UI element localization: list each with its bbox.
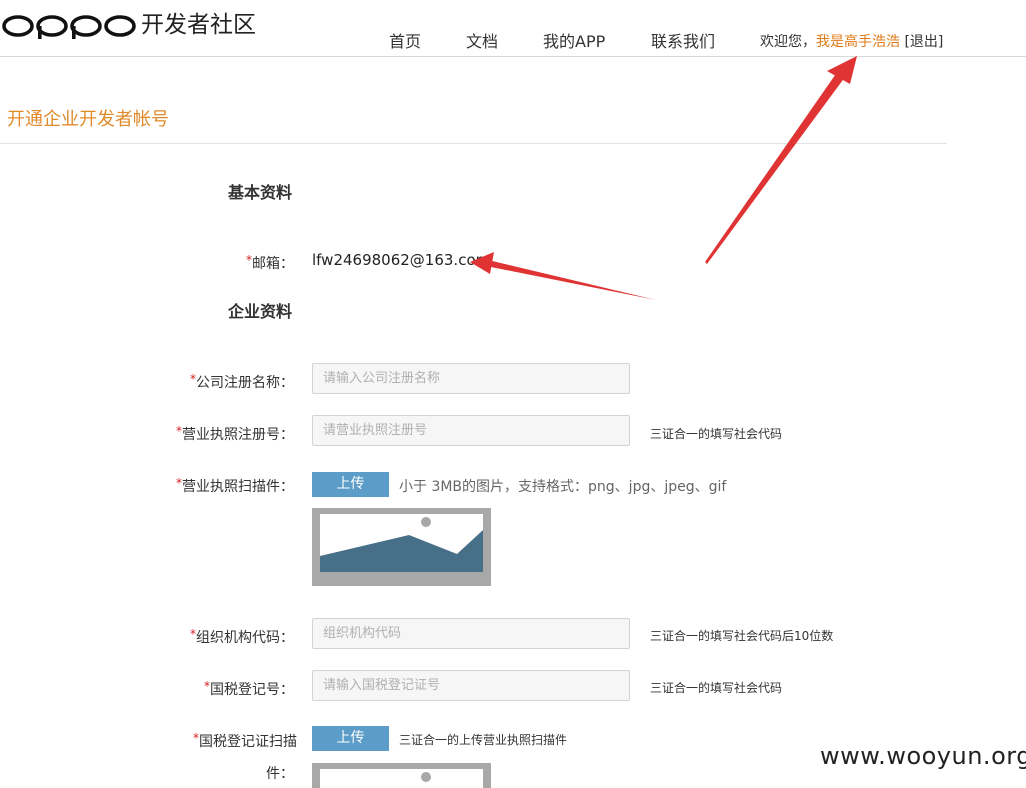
nav-docs[interactable]: 文档 xyxy=(466,28,498,52)
license-number-input[interactable] xyxy=(312,415,630,446)
arrow-head-username xyxy=(827,56,857,84)
license-upload-hint: 小于 3MB的图片，支持格式：png、jpg、jpeg、gif xyxy=(399,479,727,495)
nav-contact[interactable]: 联系我们 xyxy=(651,28,715,52)
arrow-to-email xyxy=(486,260,656,300)
tax-scan-label-cont: 件： xyxy=(266,766,294,782)
basic-info-heading: 基本资料 xyxy=(228,183,293,202)
user-welcome: 欢迎您，我是高手浩浩 [退出] xyxy=(760,31,943,51)
image-placeholder-icon xyxy=(312,763,491,788)
welcome-text: 欢迎您， xyxy=(760,34,816,50)
site-name: 开发者社区 xyxy=(141,12,256,38)
tax-upload-button[interactable]: 上传 xyxy=(312,726,389,751)
license-hint: 三证合一的填写社会代码 xyxy=(650,427,783,441)
page-title: 开通企业开发者帐号 xyxy=(7,109,169,130)
org-code-input[interactable] xyxy=(312,618,630,649)
org-code-hint: 三证合一的填写社会代码后10位数 xyxy=(650,629,834,643)
image-placeholder-icon xyxy=(312,508,491,586)
tax-scan-label: *国税登记证扫描 xyxy=(193,731,297,750)
tax-image-preview xyxy=(312,763,491,788)
company-name-label: *公司注册名称： xyxy=(190,372,294,391)
tax-number-input[interactable] xyxy=(312,670,630,701)
watermark-text: www.wooyun.org xyxy=(820,742,1026,770)
site-logo[interactable]: 开发者社区 xyxy=(2,8,256,42)
org-code-label: *组织机构代码： xyxy=(190,627,294,646)
email-label: *邮箱： xyxy=(246,253,294,272)
email-value: lfw24698062@163.com xyxy=(312,251,491,269)
top-header: 开发者社区 首页 文档 我的APP 联系我们 欢迎您，我是高手浩浩 [退出] xyxy=(0,0,1026,57)
username-link[interactable]: 我是高手浩浩 xyxy=(816,34,900,50)
license-image-preview xyxy=(312,508,491,586)
logout-link[interactable]: 退出 xyxy=(910,34,938,50)
bracket-close: ] xyxy=(937,34,944,50)
tax-number-hint: 三证合一的填写社会代码 xyxy=(650,681,783,695)
tax-upload-hint: 三证合一的上传营业执照扫描件 xyxy=(399,733,568,747)
title-divider xyxy=(0,143,947,144)
license-upload-button[interactable]: 上传 xyxy=(312,472,389,497)
license-scan-label: *营业执照扫描件： xyxy=(176,476,294,495)
nav-home[interactable]: 首页 xyxy=(389,28,421,52)
oppo-logo-icon xyxy=(2,15,136,39)
arrow-to-username xyxy=(705,68,848,264)
tax-number-label: *国税登记号： xyxy=(204,679,294,698)
company-name-input[interactable] xyxy=(312,363,630,394)
license-number-label: *营业执照注册号： xyxy=(176,424,294,443)
bracket-open: [ xyxy=(900,34,910,50)
company-info-heading: 企业资料 xyxy=(228,302,293,321)
nav-my-app[interactable]: 我的APP xyxy=(543,28,605,52)
